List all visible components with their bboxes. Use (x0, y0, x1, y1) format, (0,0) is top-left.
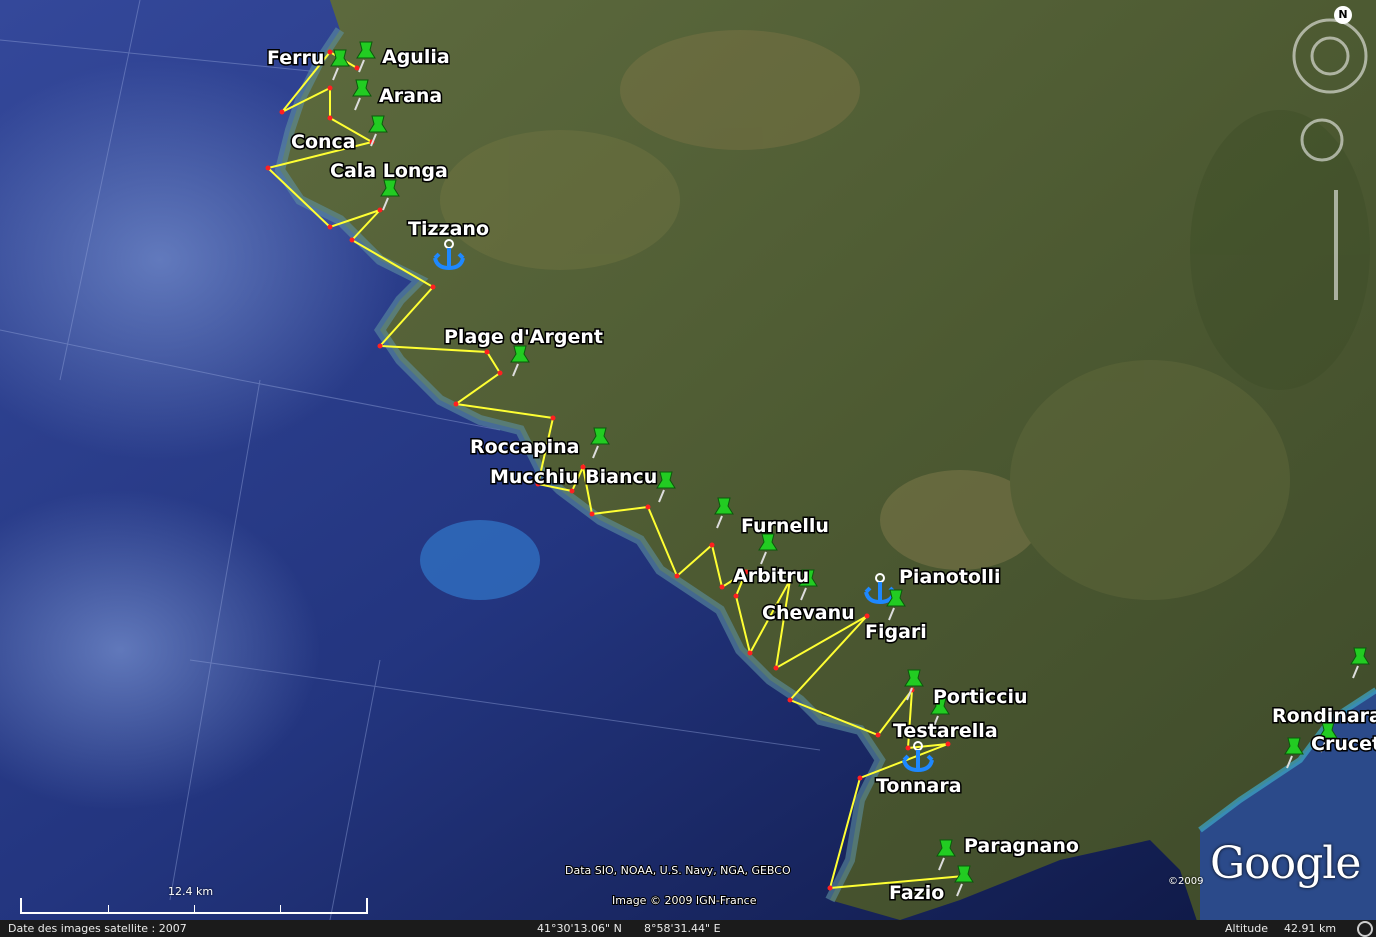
waypoint-dot (645, 504, 651, 510)
waypoint-dot (327, 49, 333, 55)
waypoint-dot (354, 65, 360, 71)
latitude-readout: 41°30'13.06" N (537, 922, 622, 935)
waypoint-dot (569, 488, 575, 494)
waypoint-dot (875, 732, 881, 738)
waypoint-dot (674, 573, 680, 579)
label-conca[interactable]: Conca (290, 130, 358, 155)
longitude-readout: 8°58'31.44" E (644, 922, 721, 935)
label-arbitru[interactable]: Arbitru (732, 564, 811, 589)
waypoint-dot (484, 349, 490, 355)
scale-bar: 12.4 km (20, 884, 368, 916)
waypoint-dot (905, 745, 911, 751)
label-fazio[interactable]: Fazio (888, 881, 946, 906)
label-tizzano[interactable]: Tizzano (407, 217, 491, 242)
label-furnellu[interactable]: Furnellu (740, 514, 831, 539)
waypoint-dot (550, 415, 556, 421)
label-agulia[interactable]: Agulia (381, 45, 452, 70)
waypoint-dot (589, 511, 595, 517)
waypoint-dot (327, 85, 333, 91)
google-logo: Google (1210, 838, 1361, 889)
label-arana[interactable]: Arana (378, 84, 444, 109)
label-testarella[interactable]: Testarella (892, 719, 1000, 744)
label-crucetta[interactable]: Crucet (1310, 732, 1376, 757)
label-plage-argent[interactable]: Plage d'Argent (443, 325, 605, 350)
altitude-value: 42.91 km (1284, 922, 1337, 935)
scale-label: 12.4 km (168, 885, 214, 898)
label-roccapina[interactable]: Roccapina (469, 435, 582, 460)
waypoint-dot (945, 741, 951, 747)
label-tonnara[interactable]: Tonnara (875, 774, 964, 799)
label-pianotolli[interactable]: Pianotolli (898, 565, 1003, 590)
label-ferru[interactable]: Ferru (266, 46, 326, 71)
label-mucchiu-biancu[interactable]: Mucchiu Biancu (489, 465, 659, 490)
waypoint-dot (327, 224, 333, 230)
waypoint-dot (857, 775, 863, 781)
waypoint-dot (733, 593, 739, 599)
waypoint-dot (349, 237, 355, 243)
waypoint-dot (709, 542, 715, 548)
waypoint-dot (787, 697, 793, 703)
waypoint-dot (497, 370, 503, 376)
waypoint-dot (327, 115, 333, 121)
sea-haze (420, 520, 540, 600)
waypoint-dot (747, 650, 753, 656)
image-credit: Image © 2009 IGN-France (612, 894, 757, 907)
compass-north-icon[interactable]: N (1334, 6, 1352, 24)
data-credit: Data SIO, NOAA, U.S. Navy, NGA, GEBCO (565, 864, 791, 877)
waypoint-dot (773, 665, 779, 671)
waypoint-dot (279, 109, 285, 115)
label-cala-longa[interactable]: Cala Longa (329, 159, 450, 184)
streaming-indicator-icon (1357, 921, 1373, 937)
scale-ruler (20, 898, 368, 914)
waypoint-dot (827, 885, 833, 891)
satellite-map[interactable]: Ferru Agulia Arana Conca Cala Longa Tizz… (0, 0, 1376, 937)
label-chevanu[interactable]: Chevanu (761, 601, 857, 626)
waypoint-dot (864, 613, 870, 619)
waypoint-dot (377, 343, 383, 349)
waypoint-dot (430, 284, 436, 290)
status-bar: Date des images satellite : 2007 41°30'1… (0, 920, 1376, 937)
imagery-date: Date des images satellite : 2007 (8, 922, 187, 935)
label-rondinara[interactable]: Rondinara (1271, 704, 1376, 729)
label-figari[interactable]: Figari (864, 620, 929, 645)
waypoint-dot (265, 165, 271, 171)
altitude-label: Altitude (1225, 922, 1268, 935)
waypoint-dot (719, 584, 725, 590)
waypoint-dot (377, 207, 383, 213)
label-porticciu[interactable]: Porticciu (932, 685, 1030, 710)
label-paragnano[interactable]: Paragnano (963, 834, 1081, 859)
waypoint-dot (453, 401, 459, 407)
logo-copyright: ©2009 (1168, 876, 1204, 887)
